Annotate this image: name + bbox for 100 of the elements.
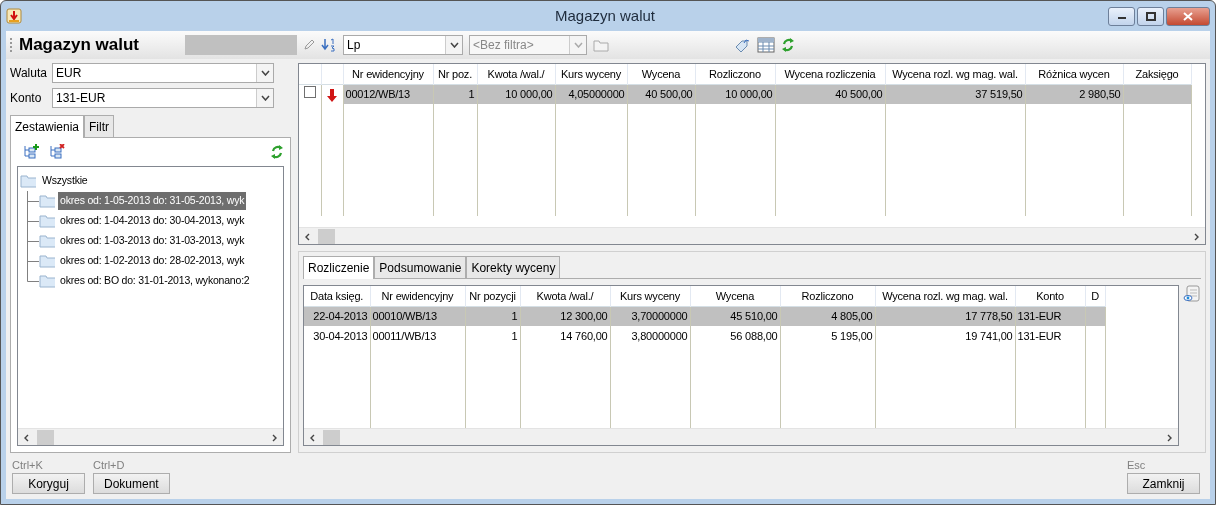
grip-icon bbox=[10, 37, 13, 53]
table-cell: 4 805,00 bbox=[831, 310, 873, 322]
column-header[interactable]: Wycena rozl. wg mag. wal. bbox=[885, 64, 1025, 84]
table-cell: 45 510,00 bbox=[730, 310, 778, 322]
column-header[interactable]: Kurs wyceny bbox=[555, 64, 627, 84]
dropdown-field[interactable]: 131-EUR bbox=[52, 88, 274, 108]
action-button[interactable]: Koryguj bbox=[12, 473, 85, 494]
tab[interactable]: Podsumowanie bbox=[374, 256, 467, 279]
column-header[interactable]: Konto bbox=[1015, 286, 1085, 306]
tree-item[interactable]: okres od: BO do: 31-01-2013, wykonano:2 bbox=[58, 272, 252, 290]
table-cell: 3,70000000 bbox=[631, 310, 688, 322]
action-button[interactable]: Zamknij bbox=[1127, 473, 1200, 494]
folder-icon bbox=[39, 194, 55, 208]
tree-item[interactable]: Wszystkie bbox=[40, 172, 90, 190]
horizontal-scrollbar[interactable] bbox=[18, 428, 283, 445]
table-cell: 22-04-2013 bbox=[313, 310, 368, 322]
column-header[interactable]: Nr poz. bbox=[433, 64, 477, 84]
folder-icon bbox=[39, 254, 55, 268]
table-cell: 4,05000000 bbox=[568, 88, 625, 100]
table-icon[interactable] bbox=[757, 37, 775, 53]
tab[interactable]: Korekty wyceny bbox=[466, 256, 561, 279]
table-cell: 40 500,00 bbox=[645, 88, 693, 100]
horizontal-scrollbar[interactable] bbox=[304, 428, 1178, 445]
tree-item[interactable]: okres od: 1-02-2013 do: 28-02-2013, wyk bbox=[58, 252, 247, 270]
app-icon bbox=[6, 8, 22, 24]
close-button[interactable] bbox=[1166, 6, 1210, 26]
toolbar-title: Magazyn walut bbox=[19, 34, 140, 57]
tab[interactable]: Zestawienia bbox=[10, 115, 85, 138]
dropdown-icon[interactable] bbox=[260, 95, 270, 101]
table-cell: 40 500,00 bbox=[835, 88, 883, 100]
table-cell: 19 741,00 bbox=[965, 329, 1013, 342]
table-row[interactable]: 22-04-2013 00010/WB/13 1 12 300,00 3,70000000 45 510,00 4 805,00 17 778,50 131-EUR bbox=[304, 306, 1105, 326]
table-cell: 30-04-2013 bbox=[313, 329, 368, 342]
folder-icon bbox=[39, 234, 55, 248]
table-cell: 10 000,00 bbox=[725, 88, 773, 100]
column-header[interactable]: Zaksięgo bbox=[1123, 64, 1191, 84]
column-header[interactable]: Nr ewidencyjny bbox=[370, 286, 465, 306]
maximize-icon bbox=[1145, 11, 1156, 21]
table-cell: 56 088,00 bbox=[730, 329, 778, 342]
column-header[interactable]: D bbox=[1085, 286, 1105, 306]
minimize-button[interactable] bbox=[1108, 6, 1135, 26]
add-node-icon[interactable] bbox=[23, 144, 39, 160]
table-cell: 00011/WB/13 bbox=[372, 329, 437, 342]
table-cell: 1 bbox=[511, 329, 518, 342]
column-header[interactable]: Kwota /wal./ bbox=[520, 286, 610, 306]
table-cell: 00012/WB/13 bbox=[345, 88, 410, 100]
column-header[interactable]: Kwota /wal./ bbox=[477, 64, 555, 84]
sort-dropdown[interactable]: Lp bbox=[343, 35, 463, 55]
delete-node-icon[interactable] bbox=[49, 144, 65, 160]
table-cell: 1 bbox=[511, 310, 518, 322]
table-cell: 1 bbox=[468, 88, 475, 100]
column-header[interactable]: Różnica wycen bbox=[1025, 64, 1123, 84]
horizontal-scrollbar[interactable] bbox=[299, 227, 1205, 244]
dropdown-icon[interactable] bbox=[449, 42, 459, 48]
checkbox[interactable] bbox=[303, 86, 316, 98]
table-cell: 3,80000000 bbox=[631, 329, 688, 342]
tree-item[interactable]: okres od: 1-04-2013 do: 30-04-2013, wyk bbox=[58, 212, 247, 230]
table-cell: 2 980,50 bbox=[1079, 88, 1121, 100]
tag-icon[interactable] bbox=[735, 38, 751, 52]
shortcut-label: Esc bbox=[1127, 457, 1146, 473]
column-header[interactable]: Wycena rozliczenia bbox=[775, 64, 885, 84]
column-header[interactable]: Rozliczono bbox=[695, 64, 775, 84]
shortcut-label: Ctrl+K bbox=[12, 457, 44, 473]
shortcut-label: Ctrl+D bbox=[93, 457, 126, 473]
table-cell: 131-EUR bbox=[1017, 310, 1062, 322]
dropdown-field[interactable]: EUR bbox=[52, 63, 274, 83]
pencil-icon bbox=[303, 39, 315, 51]
sort-icon bbox=[321, 38, 337, 52]
tab[interactable]: Rozliczenie bbox=[303, 256, 375, 279]
table-row[interactable]: 30-04-2013 00011/WB/13 1 14 760,00 3,80000000 56 088,00 5 195,00 19 741,00 131-EUR bbox=[304, 326, 1105, 346]
tab[interactable]: Filtr bbox=[84, 115, 115, 138]
search-field[interactable] bbox=[185, 35, 297, 55]
action-button[interactable]: Dokument bbox=[93, 473, 170, 494]
column-header[interactable]: Wycena bbox=[627, 64, 695, 84]
column-header[interactable]: Wycena rozl. wg mag. wal. bbox=[875, 286, 1015, 306]
column-chooser-icon[interactable] bbox=[1183, 285, 1201, 303]
maximize-button[interactable] bbox=[1137, 6, 1164, 26]
table-cell: 14 760,00 bbox=[560, 329, 608, 342]
scrollbar-thumb[interactable] bbox=[37, 429, 54, 445]
tree-connector bbox=[27, 191, 39, 211]
dropdown-icon[interactable] bbox=[260, 70, 270, 76]
column-header[interactable]: Data księg. bbox=[304, 286, 370, 306]
refresh-icon[interactable] bbox=[781, 37, 795, 53]
table-row[interactable]: 00012/WB/13 1 10 000,00 4,05000000 40 500,00 10 000,00 40 500,00 37 519,50 2 980,50 bbox=[299, 84, 1191, 104]
column-header[interactable]: Nr ewidencyjny bbox=[343, 64, 433, 84]
column-header[interactable]: Kurs wyceny bbox=[610, 286, 690, 306]
tree-item[interactable]: okres od: 1-05-2013 do: 31-05-2013, wyk bbox=[58, 192, 247, 210]
table-cell: 131-EUR bbox=[1017, 329, 1062, 342]
table-cell: 00010/WB/13 bbox=[372, 310, 437, 322]
field-label: Waluta bbox=[10, 65, 48, 82]
table-cell: 5 195,00 bbox=[831, 329, 873, 342]
column-header[interactable]: Wycena bbox=[690, 286, 780, 306]
folder-icon bbox=[39, 214, 55, 228]
column-header[interactable]: Nr pozycji bbox=[465, 286, 520, 306]
column-header[interactable]: Rozliczono bbox=[780, 286, 875, 306]
refresh-icon[interactable] bbox=[270, 144, 284, 160]
tree-item[interactable]: okres od: 1-03-2013 do: 31-03-2013, wyk bbox=[58, 232, 247, 250]
window-title: Magazyn walut bbox=[553, 5, 657, 26]
scrollbar-thumb[interactable] bbox=[318, 228, 335, 244]
scrollbar-thumb[interactable] bbox=[323, 429, 340, 445]
